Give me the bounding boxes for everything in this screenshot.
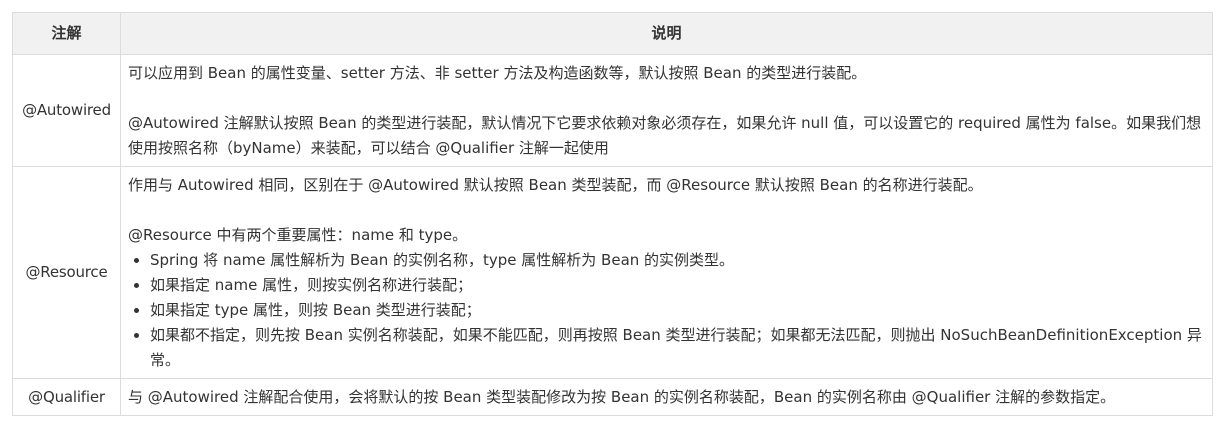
header-row: 注解 说明 [12,12,1213,55]
table-container: 注解 说明 @Autowired 可以应用到 Bean 的属性变量、setter… [0,0,1228,416]
table-row: @Resource 作用与 Autowired 相同，区别在于 @Autowir… [12,166,1213,379]
description-paragraph: 与 @Autowired 注解配合使用，会将默认的按 Bean 类型装配修改为按… [128,388,1116,406]
header-description: 说明 [120,12,1213,55]
description-paragraph: @Resource 中有两个重要属性：name 和 type。 [128,226,468,244]
bullet-list: Spring 将 name 属性解析为 Bean 的实例名称，type 属性解析… [128,248,1206,373]
description-cell: 与 @Autowired 注解配合使用，会将默认的按 Bean 类型装配修改为按… [120,378,1213,416]
description-paragraph: 可以应用到 Bean 的属性变量、setter 方法、非 setter 方法及构… [128,64,867,82]
description-cell: 作用与 Autowired 相同，区别在于 @Autowired 默认按照 Be… [120,166,1213,379]
list-item: 如果指定 name 属性，则按实例名称进行装配； [150,273,1206,298]
annotation-table: 注解 说明 @Autowired 可以应用到 Bean 的属性变量、setter… [12,12,1213,416]
annotation-name: @Autowired [12,54,121,167]
description-paragraph: 作用与 Autowired 相同，区别在于 @Autowired 默认按照 Be… [128,176,983,194]
description-paragraph: @Autowired 注解默认按照 Bean 的类型进行装配，默认情况下它要求依… [128,114,1202,157]
table-row: @Autowired 可以应用到 Bean 的属性变量、setter 方法、非 … [12,54,1213,167]
header-annotation: 注解 [12,12,121,55]
annotation-name: @Qualifier [12,378,121,416]
list-item: Spring 将 name 属性解析为 Bean 的实例名称，type 属性解析… [150,248,1206,273]
list-item: 如果指定 type 属性，则按 Bean 类型进行装配； [150,298,1206,323]
list-item: 如果都不指定，则先按 Bean 实例名称装配，如果不能匹配，则再按照 Bean … [150,323,1206,373]
description-cell: 可以应用到 Bean 的属性变量、setter 方法、非 setter 方法及构… [120,54,1213,167]
table-row: @Qualifier 与 @Autowired 注解配合使用，会将默认的按 Be… [12,378,1213,416]
annotation-name: @Resource [12,166,121,379]
